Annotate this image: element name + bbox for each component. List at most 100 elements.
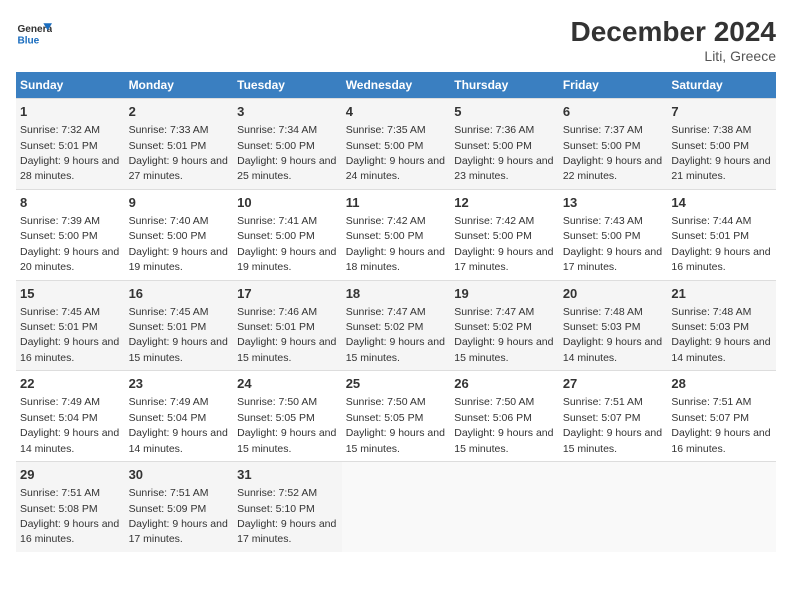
day-number: 20 <box>563 285 664 303</box>
month-title: December 2024 <box>571 16 776 48</box>
calendar-week-row: 15 Sunrise: 7:45 AMSunset: 5:01 PMDaylig… <box>16 280 776 371</box>
day-number: 24 <box>237 375 338 393</box>
calendar-cell: 18 Sunrise: 7:47 AMSunset: 5:02 PMDaylig… <box>342 280 451 371</box>
day-info: Sunrise: 7:38 AMSunset: 5:00 PMDaylight:… <box>671 124 770 182</box>
calendar-cell: 28 Sunrise: 7:51 AMSunset: 5:07 PMDaylig… <box>667 371 776 462</box>
weekday-header-wednesday: Wednesday <box>342 72 451 99</box>
day-info: Sunrise: 7:43 AMSunset: 5:00 PMDaylight:… <box>563 215 662 273</box>
calendar-cell: 24 Sunrise: 7:50 AMSunset: 5:05 PMDaylig… <box>233 371 342 462</box>
calendar-cell: 2 Sunrise: 7:33 AMSunset: 5:01 PMDayligh… <box>125 99 234 190</box>
calendar-cell: 11 Sunrise: 7:42 AMSunset: 5:00 PMDaylig… <box>342 189 451 280</box>
calendar-cell: 26 Sunrise: 7:50 AMSunset: 5:06 PMDaylig… <box>450 371 559 462</box>
day-number: 9 <box>129 194 230 212</box>
day-info: Sunrise: 7:51 AMSunset: 5:07 PMDaylight:… <box>671 396 770 454</box>
calendar-cell <box>559 462 668 552</box>
day-info: Sunrise: 7:47 AMSunset: 5:02 PMDaylight:… <box>346 306 445 364</box>
day-number: 18 <box>346 285 447 303</box>
page-header: General Blue December 2024 Liti, Greece <box>16 16 776 64</box>
calendar-cell: 6 Sunrise: 7:37 AMSunset: 5:00 PMDayligh… <box>559 99 668 190</box>
day-info: Sunrise: 7:48 AMSunset: 5:03 PMDaylight:… <box>563 306 662 364</box>
calendar-cell: 19 Sunrise: 7:47 AMSunset: 5:02 PMDaylig… <box>450 280 559 371</box>
calendar-cell: 17 Sunrise: 7:46 AMSunset: 5:01 PMDaylig… <box>233 280 342 371</box>
calendar-cell: 8 Sunrise: 7:39 AMSunset: 5:00 PMDayligh… <box>16 189 125 280</box>
calendar-table: SundayMondayTuesdayWednesdayThursdayFrid… <box>16 72 776 552</box>
weekday-header-sunday: Sunday <box>16 72 125 99</box>
calendar-cell: 27 Sunrise: 7:51 AMSunset: 5:07 PMDaylig… <box>559 371 668 462</box>
day-info: Sunrise: 7:32 AMSunset: 5:01 PMDaylight:… <box>20 124 119 182</box>
calendar-cell: 21 Sunrise: 7:48 AMSunset: 5:03 PMDaylig… <box>667 280 776 371</box>
day-number: 23 <box>129 375 230 393</box>
calendar-cell: 29 Sunrise: 7:51 AMSunset: 5:08 PMDaylig… <box>16 462 125 552</box>
svg-text:Blue: Blue <box>17 35 39 46</box>
calendar-cell: 31 Sunrise: 7:52 AMSunset: 5:10 PMDaylig… <box>233 462 342 552</box>
day-number: 3 <box>237 103 338 121</box>
day-number: 17 <box>237 285 338 303</box>
day-number: 31 <box>237 466 338 484</box>
day-number: 19 <box>454 285 555 303</box>
calendar-cell: 5 Sunrise: 7:36 AMSunset: 5:00 PMDayligh… <box>450 99 559 190</box>
calendar-cell: 4 Sunrise: 7:35 AMSunset: 5:00 PMDayligh… <box>342 99 451 190</box>
calendar-cell: 30 Sunrise: 7:51 AMSunset: 5:09 PMDaylig… <box>125 462 234 552</box>
day-number: 16 <box>129 285 230 303</box>
calendar-cell: 7 Sunrise: 7:38 AMSunset: 5:00 PMDayligh… <box>667 99 776 190</box>
day-number: 21 <box>671 285 772 303</box>
calendar-week-row: 1 Sunrise: 7:32 AMSunset: 5:01 PMDayligh… <box>16 99 776 190</box>
day-info: Sunrise: 7:33 AMSunset: 5:01 PMDaylight:… <box>129 124 228 182</box>
calendar-cell <box>450 462 559 552</box>
day-number: 1 <box>20 103 121 121</box>
day-info: Sunrise: 7:42 AMSunset: 5:00 PMDaylight:… <box>346 215 445 273</box>
calendar-week-row: 29 Sunrise: 7:51 AMSunset: 5:08 PMDaylig… <box>16 462 776 552</box>
day-info: Sunrise: 7:42 AMSunset: 5:00 PMDaylight:… <box>454 215 553 273</box>
day-number: 4 <box>346 103 447 121</box>
logo-icon: General Blue <box>16 16 52 52</box>
weekday-header-row: SundayMondayTuesdayWednesdayThursdayFrid… <box>16 72 776 99</box>
day-number: 22 <box>20 375 121 393</box>
day-info: Sunrise: 7:40 AMSunset: 5:00 PMDaylight:… <box>129 215 228 273</box>
day-info: Sunrise: 7:51 AMSunset: 5:07 PMDaylight:… <box>563 396 662 454</box>
day-number: 6 <box>563 103 664 121</box>
calendar-cell: 9 Sunrise: 7:40 AMSunset: 5:00 PMDayligh… <box>125 189 234 280</box>
calendar-cell: 22 Sunrise: 7:49 AMSunset: 5:04 PMDaylig… <box>16 371 125 462</box>
day-info: Sunrise: 7:47 AMSunset: 5:02 PMDaylight:… <box>454 306 553 364</box>
day-number: 26 <box>454 375 555 393</box>
day-number: 13 <box>563 194 664 212</box>
calendar-cell: 1 Sunrise: 7:32 AMSunset: 5:01 PMDayligh… <box>16 99 125 190</box>
day-number: 15 <box>20 285 121 303</box>
day-info: Sunrise: 7:49 AMSunset: 5:04 PMDaylight:… <box>20 396 119 454</box>
calendar-cell: 20 Sunrise: 7:48 AMSunset: 5:03 PMDaylig… <box>559 280 668 371</box>
day-info: Sunrise: 7:51 AMSunset: 5:08 PMDaylight:… <box>20 487 119 545</box>
weekday-header-thursday: Thursday <box>450 72 559 99</box>
day-number: 11 <box>346 194 447 212</box>
day-number: 30 <box>129 466 230 484</box>
calendar-cell: 23 Sunrise: 7:49 AMSunset: 5:04 PMDaylig… <box>125 371 234 462</box>
day-info: Sunrise: 7:48 AMSunset: 5:03 PMDaylight:… <box>671 306 770 364</box>
day-info: Sunrise: 7:52 AMSunset: 5:10 PMDaylight:… <box>237 487 336 545</box>
day-number: 29 <box>20 466 121 484</box>
day-info: Sunrise: 7:50 AMSunset: 5:06 PMDaylight:… <box>454 396 553 454</box>
calendar-cell <box>342 462 451 552</box>
day-info: Sunrise: 7:46 AMSunset: 5:01 PMDaylight:… <box>237 306 336 364</box>
weekday-header-monday: Monday <box>125 72 234 99</box>
calendar-week-row: 22 Sunrise: 7:49 AMSunset: 5:04 PMDaylig… <box>16 371 776 462</box>
day-number: 7 <box>671 103 772 121</box>
calendar-cell: 25 Sunrise: 7:50 AMSunset: 5:05 PMDaylig… <box>342 371 451 462</box>
day-number: 12 <box>454 194 555 212</box>
day-info: Sunrise: 7:51 AMSunset: 5:09 PMDaylight:… <box>129 487 228 545</box>
calendar-cell: 14 Sunrise: 7:44 AMSunset: 5:01 PMDaylig… <box>667 189 776 280</box>
day-info: Sunrise: 7:49 AMSunset: 5:04 PMDaylight:… <box>129 396 228 454</box>
day-number: 2 <box>129 103 230 121</box>
day-info: Sunrise: 7:36 AMSunset: 5:00 PMDaylight:… <box>454 124 553 182</box>
day-number: 10 <box>237 194 338 212</box>
day-number: 8 <box>20 194 121 212</box>
calendar-cell <box>667 462 776 552</box>
day-number: 5 <box>454 103 555 121</box>
day-info: Sunrise: 7:34 AMSunset: 5:00 PMDaylight:… <box>237 124 336 182</box>
day-info: Sunrise: 7:37 AMSunset: 5:00 PMDaylight:… <box>563 124 662 182</box>
day-info: Sunrise: 7:45 AMSunset: 5:01 PMDaylight:… <box>129 306 228 364</box>
calendar-week-row: 8 Sunrise: 7:39 AMSunset: 5:00 PMDayligh… <box>16 189 776 280</box>
calendar-cell: 10 Sunrise: 7:41 AMSunset: 5:00 PMDaylig… <box>233 189 342 280</box>
day-info: Sunrise: 7:50 AMSunset: 5:05 PMDaylight:… <box>346 396 445 454</box>
logo: General Blue <box>16 16 52 52</box>
weekday-header-saturday: Saturday <box>667 72 776 99</box>
day-number: 14 <box>671 194 772 212</box>
